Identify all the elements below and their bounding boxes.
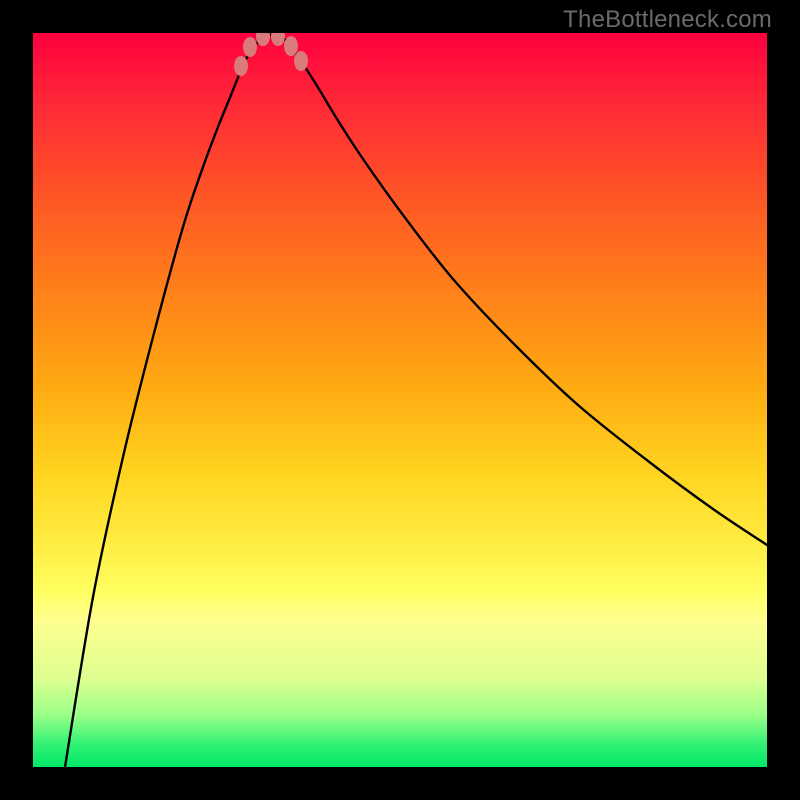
marker-dot	[256, 33, 270, 46]
marker-dot	[234, 56, 248, 76]
curve-left	[65, 33, 275, 767]
marker-group	[234, 33, 308, 76]
plot-frame	[33, 33, 767, 767]
marker-dot	[271, 33, 285, 46]
marker-dot	[284, 36, 298, 56]
curve-right	[275, 33, 767, 545]
marker-dot	[294, 51, 308, 71]
credit-text: TheBottleneck.com	[563, 6, 772, 34]
curves-svg	[33, 33, 767, 767]
marker-dot	[243, 37, 257, 57]
